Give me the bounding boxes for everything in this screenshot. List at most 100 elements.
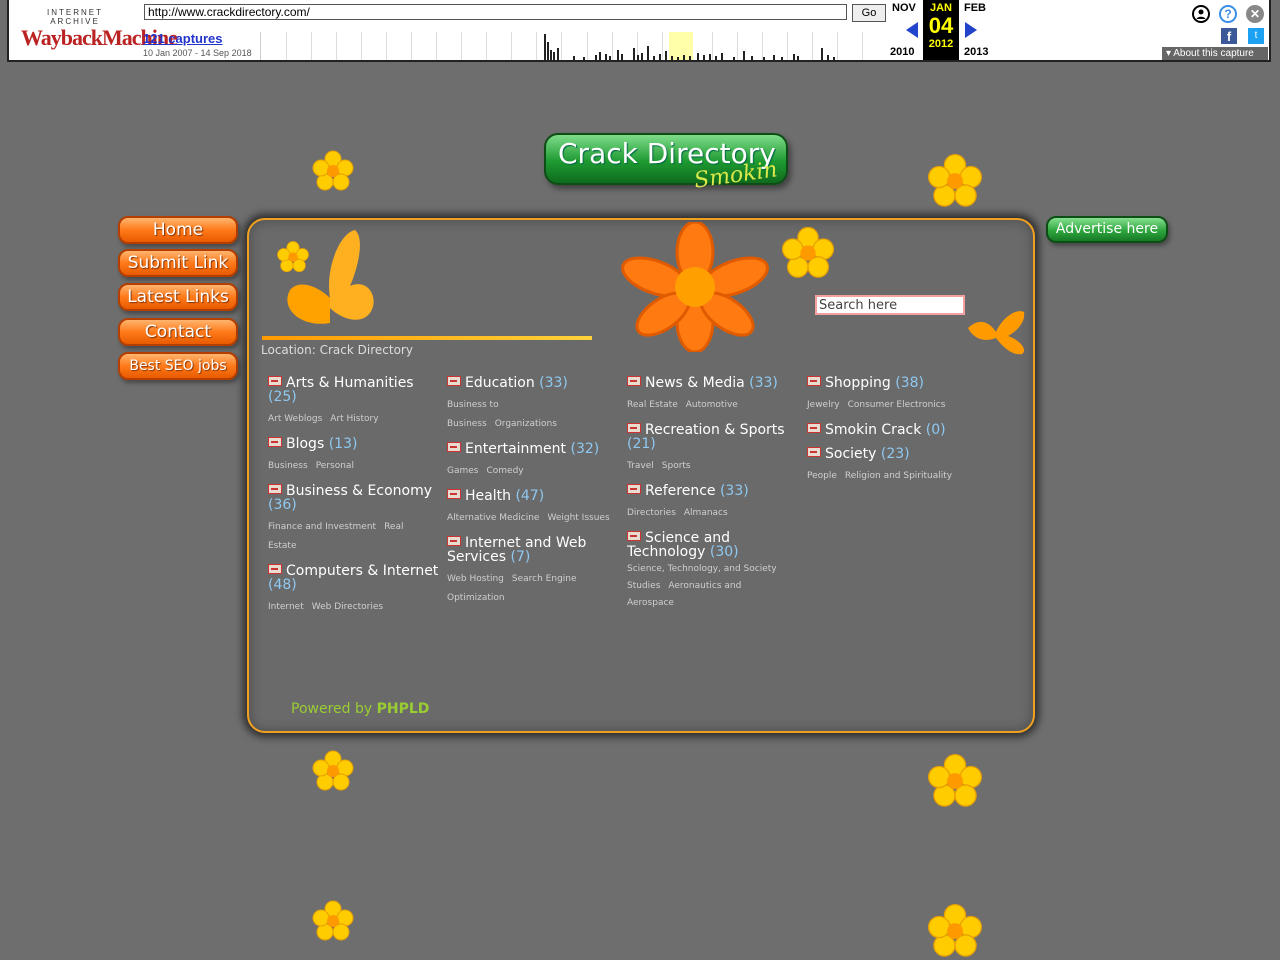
sparkline-bar (793, 54, 795, 60)
category-link[interactable]: Internet and Web Services (7) (447, 536, 619, 564)
subcategory-link[interactable]: Weight Issues (547, 513, 609, 523)
sparkline-year-divider (286, 32, 287, 60)
about-capture-button[interactable]: ▾ About this capture (1162, 47, 1268, 60)
category-link[interactable]: Reference (33) (627, 484, 799, 498)
category-link[interactable]: Education (33) (447, 376, 619, 390)
subcategory-link[interactable]: Consumer Electronics (848, 400, 946, 410)
wayback-captures-link[interactable]: 121 captures (143, 31, 223, 46)
help-icon[interactable]: ? (1219, 5, 1237, 23)
category-link[interactable]: Smokin Crack (0) (807, 423, 979, 437)
sparkline-bar (550, 50, 552, 60)
nav-contact-button[interactable]: Contact (118, 318, 238, 346)
location-breadcrumb: Location: Crack Directory (261, 343, 413, 357)
subcategory-link[interactable]: Jewelry (807, 400, 840, 410)
site-logo[interactable]: Crack Directory Smokin (544, 133, 788, 194)
category-name: Arts & Humanities (286, 375, 414, 391)
nav-submit-link-button[interactable]: Submit Link (118, 249, 238, 277)
wayback-url-input[interactable] (144, 4, 847, 20)
sparkline-bar (544, 34, 546, 60)
subcategory-link[interactable]: Web Directories (312, 602, 383, 612)
sparkline-bar (697, 53, 699, 60)
category-link[interactable]: News & Media (33) (627, 376, 799, 390)
category-count: (7) (510, 549, 531, 565)
category-item: Blogs (13) Business Personal (268, 437, 440, 476)
subcategory-link[interactable]: People (807, 471, 837, 481)
subcategory-link[interactable]: Alternative Medicine (447, 513, 539, 523)
category-item: Computers & Internet (48) Internet Web Di… (268, 564, 440, 617)
category-link[interactable]: Entertainment (32) (447, 442, 619, 456)
wayback-logo-top: INTERNET ARCHIVE (47, 8, 103, 26)
wayback-logo[interactable]: INTERNET ARCHIVE WaybackMachine (21, 8, 178, 52)
prev-capture-arrow-icon[interactable] (906, 22, 918, 38)
folder-icon (627, 423, 641, 433)
subcategory-link[interactable]: Business (268, 461, 308, 471)
sparkline-bar (621, 54, 623, 60)
wayback-prev-month[interactable]: NOV (892, 2, 916, 14)
sparkline-bar (671, 56, 673, 60)
close-icon[interactable]: ✕ (1246, 5, 1264, 23)
wayback-go-button[interactable]: Go (852, 4, 886, 22)
subcategory-link[interactable]: Business to Business (447, 400, 499, 429)
nav-best-seo-jobs-button[interactable]: Best SEO jobs (118, 352, 238, 380)
twitter-icon[interactable]: t (1248, 28, 1264, 44)
sparkline-bar (605, 54, 607, 60)
subcategory-link[interactable]: Directories (627, 508, 676, 518)
sparkline-bar (557, 48, 559, 60)
sparkline-year-divider (762, 32, 763, 60)
subcategory-link[interactable]: Organizations (495, 419, 557, 429)
category-item: Shopping (38) Jewelry Consumer Electronic… (807, 376, 979, 415)
user-icon[interactable] (1192, 5, 1210, 23)
subcategory-link[interactable]: Art Weblogs (268, 414, 322, 424)
nav-home-button[interactable]: Home (118, 216, 238, 244)
category-count: (38) (895, 375, 924, 391)
facebook-icon[interactable]: f (1221, 28, 1237, 44)
sparkline-bar (647, 46, 649, 60)
subcategory-link[interactable]: Internet (268, 602, 304, 612)
subcategory-link[interactable]: Personal (316, 461, 354, 471)
next-capture-arrow-icon[interactable] (965, 22, 977, 38)
category-link[interactable]: Society (23) (807, 447, 979, 461)
subcategory-link[interactable]: Games (447, 466, 478, 476)
category-count: (21) (627, 436, 656, 452)
nav-latest-links-button[interactable]: Latest Links (118, 283, 238, 311)
category-link[interactable]: Health (47) (447, 489, 619, 503)
category-link[interactable]: Science and Technology (30) (627, 531, 799, 559)
subcategory-link[interactable]: Sports (662, 461, 691, 471)
category-count: (23) (880, 446, 910, 462)
category-name: News & Media (645, 375, 745, 391)
subcategory-link[interactable]: Comedy (486, 466, 523, 476)
wayback-toolbar: INTERNET ARCHIVE WaybackMachine Go 121 c… (7, 0, 1271, 62)
category-link[interactable]: Recreation & Sports (21) (627, 423, 799, 451)
wayback-sparkline[interactable] (260, 32, 887, 60)
category-link[interactable]: Business & Economy (36) (268, 484, 440, 512)
category-link[interactable]: Blogs (13) (268, 437, 440, 451)
category-link[interactable]: Computers & Internet (48) (268, 564, 440, 592)
sparkline-bar (709, 54, 711, 60)
subcategory-link[interactable]: Travel (627, 461, 654, 471)
subcategory-link[interactable]: Real Estate (627, 400, 678, 410)
sparkline-year-divider (812, 32, 813, 60)
sparkline-year-divider (486, 32, 487, 60)
category-item: Internet and Web Services (7) Web Hostin… (447, 536, 619, 608)
subcategory-link[interactable]: Almanacs (684, 508, 728, 518)
sparkline-year-divider (612, 32, 613, 60)
subcategory-link[interactable]: Web Hosting (447, 574, 504, 584)
subcategory-link[interactable]: Finance and Investment (268, 522, 376, 532)
search-input[interactable] (815, 295, 965, 315)
wayback-prev-year[interactable]: 2010 (890, 46, 914, 58)
advertise-button[interactable]: Advertise here (1046, 216, 1168, 243)
wayback-next-year[interactable]: 2013 (964, 46, 988, 58)
flower-icon (927, 753, 983, 807)
category-link[interactable]: Shopping (38) (807, 376, 979, 390)
folder-icon (447, 489, 461, 499)
phpld-link[interactable]: PHPLD (377, 701, 430, 717)
category-link[interactable]: Arts & Humanities (25) (268, 376, 440, 404)
sparkline-year-divider (436, 32, 437, 60)
subcategory-link[interactable]: Art History (330, 414, 378, 424)
sparkline-year-divider (461, 32, 462, 60)
subcategory-link[interactable]: Religion and Spirituality (845, 471, 952, 481)
wayback-next-month[interactable]: FEB (964, 2, 986, 14)
subcategory-link[interactable]: Automotive (686, 400, 738, 410)
sparkline-bar (633, 48, 635, 60)
flower-icon (927, 903, 983, 957)
